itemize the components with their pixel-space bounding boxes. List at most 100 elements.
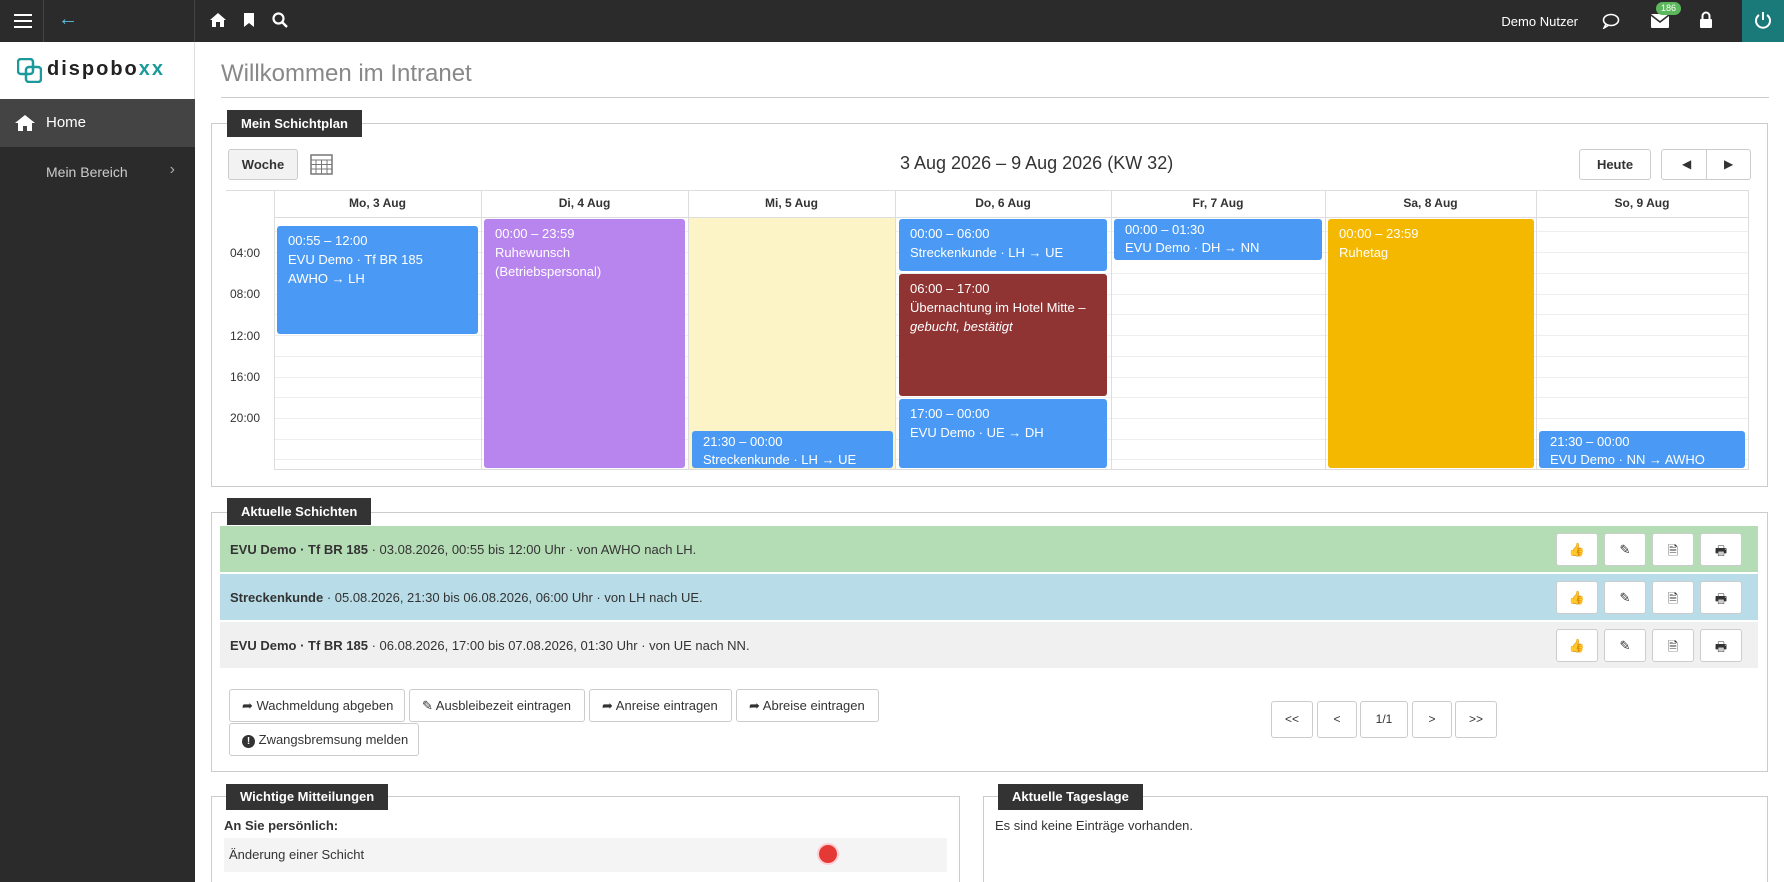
- search-icon[interactable]: [272, 12, 288, 28]
- thumbs-up-button[interactable]: 👍: [1556, 581, 1598, 614]
- lock-icon[interactable]: [1699, 11, 1713, 29]
- pdf-icon: 🗎: [1667, 543, 1679, 558]
- today-button[interactable]: Heute: [1579, 149, 1651, 180]
- table-row[interactable]: EVU Demo · Tf BR 185 · 06.08.2026, 17:00…: [220, 622, 1758, 668]
- pagination-next[interactable]: >: [1412, 701, 1452, 738]
- thumbs-up-icon: 👍: [1568, 638, 1586, 653]
- button-label: Ausbleibezeit eintragen: [435, 698, 571, 713]
- logo[interactable]: dispoboxx: [0, 42, 195, 99]
- time-label: 20:00: [230, 411, 261, 425]
- thumbs-up-button[interactable]: 👍: [1556, 629, 1598, 662]
- pdf-button[interactable]: 🗎: [1652, 533, 1694, 566]
- home-icon[interactable]: [209, 12, 227, 28]
- chevron-right-icon: ›: [169, 161, 175, 178]
- departure-button[interactable]: ➦ Abreise eintragen: [736, 689, 879, 722]
- prev-week-button[interactable]: ◀ ▶: [1661, 149, 1751, 180]
- table-row[interactable]: Streckenkunde · 05.08.2026, 21:30 bis 06…: [220, 574, 1758, 620]
- pagination-first[interactable]: <<: [1271, 701, 1313, 738]
- sidebar: dispoboxx Home Mein Bereich ›: [0, 42, 195, 882]
- event-fri-1[interactable]: 00:00 – 01:30 EVU Demo · DH → NN: [1114, 219, 1322, 260]
- event-time: 00:00 – 23:59: [1339, 226, 1419, 241]
- print-button[interactable]: 🖶: [1700, 533, 1742, 566]
- print-button[interactable]: 🖶: [1700, 629, 1742, 662]
- event-mon-1[interactable]: 00:55 – 12:00 EVU Demo · Tf BR 185 AWHO …: [277, 226, 478, 334]
- event-thu-1[interactable]: 00:00 – 06:00 Streckenkunde · LH → UE: [899, 219, 1107, 271]
- event-time: 00:55 – 12:00: [288, 233, 368, 248]
- event-time: 17:00 – 00:00: [910, 406, 990, 421]
- calendar-icon[interactable]: [310, 153, 333, 175]
- list-item[interactable]: Änderung einer Schicht: [224, 838, 947, 872]
- shift-title: EVU Demo · Tf BR 185: [230, 638, 368, 653]
- bookmark-icon[interactable]: [243, 12, 255, 28]
- edit-button[interactable]: ✎: [1604, 533, 1646, 566]
- pencil-icon: ✎: [1619, 542, 1631, 557]
- day-header-mon: Mo, 3 Aug: [349, 196, 406, 210]
- absence-time-button[interactable]: ✎ Ausbleibezeit eintragen: [409, 689, 585, 722]
- top-bar: ← Demo Nutzer 186: [0, 0, 1784, 42]
- share-arrow-icon: ➦: [749, 698, 763, 713]
- pencil-icon: ✎: [1619, 638, 1631, 653]
- event-time: 06:00 – 17:00: [910, 281, 990, 296]
- event-title: EVU Demo · DH → NN: [1125, 240, 1260, 255]
- table-row[interactable]: EVU Demo · Tf BR 185 · 03.08.2026, 00:55…: [220, 526, 1758, 572]
- event-title: Ruhetag: [1339, 245, 1389, 260]
- thumbs-up-button[interactable]: 👍: [1556, 533, 1598, 566]
- print-button[interactable]: 🖶: [1700, 581, 1742, 614]
- event-route: AWHO → LH: [288, 271, 365, 286]
- power-button[interactable]: [1742, 0, 1784, 42]
- thumbs-up-icon: 👍: [1568, 590, 1586, 605]
- shift-title: EVU Demo · Tf BR 185: [230, 542, 368, 557]
- daily-status-tab: Aktuelle Tageslage: [998, 784, 1143, 810]
- emergency-brake-button[interactable]: ! Zwangsbremsung melden: [229, 723, 419, 756]
- button-label: Anreise eintragen: [615, 698, 718, 713]
- event-sun-1[interactable]: 21:30 – 00:00 EVU Demo · NN → AWHO: [1539, 431, 1745, 468]
- user-name[interactable]: Demo Nutzer: [1501, 14, 1578, 29]
- messages-tab: Wichtige Mitteilungen: [226, 784, 389, 810]
- title-divider: [221, 97, 1769, 98]
- event-subtitle: (Betriebspersonal): [495, 264, 602, 279]
- print-icon: 🖶: [1714, 543, 1728, 558]
- share-arrow-icon: ➦: [602, 698, 616, 713]
- pagination-prev[interactable]: <: [1317, 701, 1357, 738]
- logo-text: dispobo: [47, 58, 139, 80]
- mail-badge: 186: [1656, 2, 1682, 15]
- day-header-sat: Sa, 8 Aug: [1403, 196, 1458, 210]
- sidebar-item-home[interactable]: Home: [0, 99, 195, 147]
- report-watch-button[interactable]: ➦ Wachmeldung abgeben: [229, 689, 405, 722]
- pagination-last[interactable]: >>: [1455, 701, 1497, 738]
- logo-text-accent: xx: [138, 58, 166, 80]
- print-icon: 🖶: [1714, 639, 1728, 654]
- week-range-title: 3 Aug 2026 – 9 Aug 2026 (KW 32): [900, 153, 1174, 173]
- back-arrow-icon[interactable]: ←: [44, 0, 195, 42]
- event-thu-2[interactable]: 06:00 – 17:00 Übernachtung im Hotel Mitt…: [899, 274, 1107, 396]
- pdf-button[interactable]: 🗎: [1652, 629, 1694, 662]
- edit-button[interactable]: ✎: [1604, 581, 1646, 614]
- chat-icon[interactable]: [1602, 13, 1620, 29]
- messages-heading: An Sie persönlich:: [224, 818, 339, 833]
- home-icon: [15, 115, 35, 131]
- pdf-icon: 🗎: [1667, 639, 1679, 654]
- time-label: 08:00: [230, 287, 261, 301]
- sidebar-item-mein-bereich[interactable]: Mein Bereich ›: [0, 147, 195, 195]
- event-status: gebucht, bestätigt: [910, 319, 1013, 334]
- mail-icon[interactable]: [1651, 14, 1669, 28]
- day-header-wed: Mi, 5 Aug: [765, 196, 818, 210]
- event-tue-1[interactable]: 00:00 – 23:59 Ruhewunsch (Betriebsperson…: [484, 219, 685, 468]
- menu-icon[interactable]: [0, 0, 44, 42]
- event-thu-3[interactable]: 17:00 – 00:00 EVU Demo · UE → DH: [899, 399, 1107, 468]
- pagination-page: 1/1: [1360, 701, 1408, 738]
- triangle-right-icon[interactable]: ▶: [1724, 157, 1733, 171]
- thumbs-up-icon: 👍: [1568, 542, 1586, 557]
- time-label: 04:00: [230, 246, 261, 260]
- event-wed-1[interactable]: 21:30 – 00:00 Streckenkunde · LH → UE: [692, 431, 893, 468]
- current-shifts-tab: Aktuelle Schichten: [227, 498, 372, 525]
- edit-button[interactable]: ✎: [1604, 629, 1646, 662]
- pdf-icon: 🗎: [1667, 591, 1679, 606]
- arrival-button[interactable]: ➦ Anreise eintragen: [589, 689, 732, 722]
- week-view-button[interactable]: Woche: [228, 149, 298, 180]
- event-title: EVU Demo · Tf BR 185: [288, 252, 423, 267]
- event-title: Streckenkunde · LH → UE: [910, 245, 1064, 260]
- event-sat-1[interactable]: 00:00 – 23:59 Ruhetag: [1328, 219, 1534, 468]
- time-label: 12:00: [230, 329, 261, 343]
- pdf-button[interactable]: 🗎: [1652, 581, 1694, 614]
